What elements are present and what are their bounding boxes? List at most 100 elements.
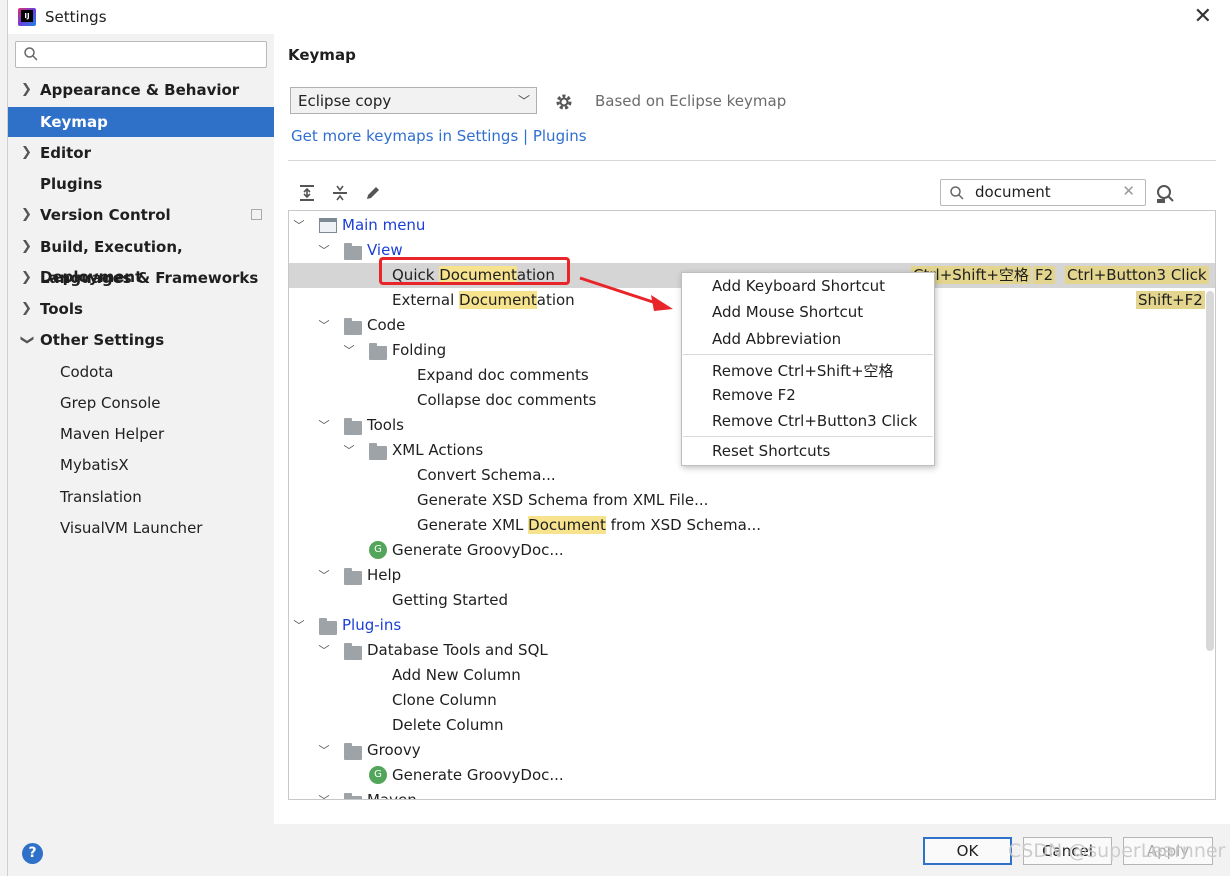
chevron-right-icon: ❯ xyxy=(21,270,32,285)
folder-icon xyxy=(344,243,362,260)
menu-item-reset-shortcuts[interactable]: Reset Shortcuts xyxy=(712,442,830,460)
chevron-down-icon: ﹀ xyxy=(343,444,355,457)
chevron-down-icon: ﹀ xyxy=(318,569,330,582)
sidebar-item-other-settings[interactable]: ❯ Other Settings xyxy=(8,325,274,355)
sidebar-item-languages[interactable]: ❯ Languages & Frameworks xyxy=(8,263,274,293)
sidebar-item-editor[interactable]: ❯ Editor xyxy=(8,138,274,168)
clear-icon[interactable]: ✕ xyxy=(1122,182,1135,200)
menu-separator xyxy=(683,436,933,437)
tree-node-maven[interactable]: ﹀Maven xyxy=(289,788,1215,799)
tree-node-generate-xml[interactable]: Generate XML Document from XSD Schema... xyxy=(289,513,1215,538)
tree-node-groovy[interactable]: ﹀ Groovy xyxy=(289,738,1215,763)
expand-all-icon[interactable] xyxy=(297,183,317,203)
tree-node-generate-groovydoc-2[interactable]: G Generate GroovyDoc... xyxy=(289,763,1215,788)
menu-item-remove-ctrl-button3[interactable]: Remove Ctrl+Button3 Click xyxy=(712,412,917,430)
tree-node-help[interactable]: ﹀ Help xyxy=(289,563,1215,588)
chevron-right-icon: ❯ xyxy=(21,82,32,97)
sidebar-item-maven-helper[interactable]: Maven Helper xyxy=(8,419,274,449)
window-title: Settings xyxy=(45,8,107,26)
keymap-select-value: Eclipse copy xyxy=(298,92,392,110)
gear-icon[interactable] xyxy=(554,92,574,112)
keymap-search-value: document xyxy=(975,183,1051,201)
chevron-right-icon: ❯ xyxy=(21,145,32,160)
groovy-icon: G xyxy=(369,541,387,559)
sidebar-item-codota[interactable]: Codota xyxy=(8,357,274,387)
get-more-keymaps-link[interactable]: Get more keymaps in Settings | Plugins xyxy=(291,127,587,145)
search-icon xyxy=(24,47,38,61)
close-icon[interactable]: ✕ xyxy=(1194,4,1212,29)
chevron-down-icon: ﹀ xyxy=(318,244,330,257)
chevron-down-icon: ﹀ xyxy=(317,788,331,799)
tree-node-main-menu[interactable]: ﹀ Main menu xyxy=(289,213,1215,238)
groovy-icon: G xyxy=(369,766,387,784)
ok-button[interactable]: OK xyxy=(923,837,1012,865)
main-menu-icon xyxy=(319,218,337,233)
folder-icon xyxy=(344,568,362,585)
menu-separator xyxy=(683,354,933,355)
folder-icon xyxy=(369,343,387,360)
tree-node-plugins[interactable]: ﹀ Plug-ins xyxy=(289,613,1215,638)
tree-scrollbar[interactable] xyxy=(1206,291,1214,651)
project-scope-icon xyxy=(251,209,262,220)
chevron-down-icon: ﹀ xyxy=(293,219,305,232)
chevron-right-icon: ❯ xyxy=(21,301,32,316)
page-title: Keymap xyxy=(288,46,356,64)
folder-icon xyxy=(344,793,362,799)
settings-sidebar: ❯ Appearance & Behavior Keymap ❯ Editor Pl… xyxy=(8,34,274,824)
folder-icon xyxy=(344,418,362,435)
sidebar-item-translation[interactable]: Translation xyxy=(8,482,274,512)
chevron-down-icon: ﹀ xyxy=(318,644,330,657)
chevron-down-icon: ﹀ xyxy=(318,319,330,332)
sidebar-item-keymap[interactable]: Keymap xyxy=(8,107,274,137)
chevron-down-icon: ﹀ xyxy=(517,94,530,108)
annotation-arrow xyxy=(579,276,673,311)
menu-item-add-keyboard-shortcut[interactable]: Add Keyboard Shortcut xyxy=(712,277,885,295)
menu-item-remove-ctrl-shift-space[interactable]: Remove Ctrl+Shift+空格 xyxy=(712,360,894,381)
chevron-down-icon: ﹀ xyxy=(318,419,330,432)
context-menu: Add Keyboard Shortcut Add Mouse Shortcut… xyxy=(681,272,935,466)
sidebar-item-visualvm[interactable]: VisualVM Launcher xyxy=(8,513,274,543)
sidebar-item-build[interactable]: ❯ Build, Execution, Deployment xyxy=(8,232,274,286)
chevron-down-icon: ﹀ xyxy=(318,744,330,757)
chevron-right-icon: ❯ xyxy=(21,207,32,222)
tree-node-convert-schema[interactable]: Convert Schema... xyxy=(289,463,1215,488)
sidebar-item-version-control[interactable]: ❯ Version Control xyxy=(8,200,274,230)
chevron-down-icon: ❯ xyxy=(19,334,35,346)
chevron-down-icon: ﹀ xyxy=(343,344,355,357)
tree-node-add-new-column[interactable]: Add New Column xyxy=(289,663,1215,688)
menu-item-remove-f2[interactable]: Remove F2 xyxy=(712,386,796,404)
folder-icon xyxy=(344,643,362,660)
sidebar-item-plugins[interactable]: Plugins xyxy=(8,169,274,199)
title-bar: Settings ✕ xyxy=(8,0,1230,34)
edit-icon[interactable] xyxy=(363,183,383,203)
collapse-all-icon[interactable] xyxy=(330,183,350,203)
folder-icon xyxy=(369,443,387,460)
tree-node-db-tools[interactable]: ﹀ Database Tools and SQL xyxy=(289,638,1215,663)
shortcut-badge: F2 xyxy=(1033,266,1056,284)
divider xyxy=(288,160,1216,161)
menu-item-add-abbreviation[interactable]: Add Abbreviation xyxy=(712,330,841,348)
tree-node-delete-column[interactable]: Delete Column xyxy=(289,713,1215,738)
keymap-search-input[interactable]: document ✕ xyxy=(940,179,1146,206)
annotation-highlight-box xyxy=(379,257,570,285)
help-icon[interactable]: ? xyxy=(22,843,43,864)
based-on-label: Based on Eclipse keymap xyxy=(595,92,787,110)
background-window-edge xyxy=(0,0,8,876)
find-by-shortcut-icon[interactable] xyxy=(1154,183,1176,205)
tree-node-generate-xsd[interactable]: Generate XSD Schema from XML File... xyxy=(289,488,1215,513)
folder-icon xyxy=(344,743,362,760)
folder-icon xyxy=(319,618,337,635)
tree-node-clone-column[interactable]: Clone Column xyxy=(289,688,1215,713)
sidebar-item-mybatisx[interactable]: MybatisX xyxy=(8,450,274,480)
tree-node-getting-started[interactable]: Getting Started xyxy=(289,588,1215,613)
tree-node-generate-groovydoc[interactable]: G Generate GroovyDoc... xyxy=(289,538,1215,563)
menu-item-add-mouse-shortcut[interactable]: Add Mouse Shortcut xyxy=(712,303,863,321)
sidebar-item-grep-console[interactable]: Grep Console xyxy=(8,388,274,418)
shortcut-badge: Shift+F2 xyxy=(1136,291,1205,309)
settings-search-input[interactable] xyxy=(15,41,267,68)
sidebar-item-tools[interactable]: ❯ Tools xyxy=(8,294,274,324)
keymap-select[interactable]: Eclipse copy ﹀ xyxy=(290,87,537,114)
sidebar-item-appearance[interactable]: ❯ Appearance & Behavior xyxy=(8,75,274,105)
shortcut-badge: Ctrl+Button3 Click xyxy=(1065,266,1209,284)
external-documentation-label: External Documentation xyxy=(392,291,575,309)
